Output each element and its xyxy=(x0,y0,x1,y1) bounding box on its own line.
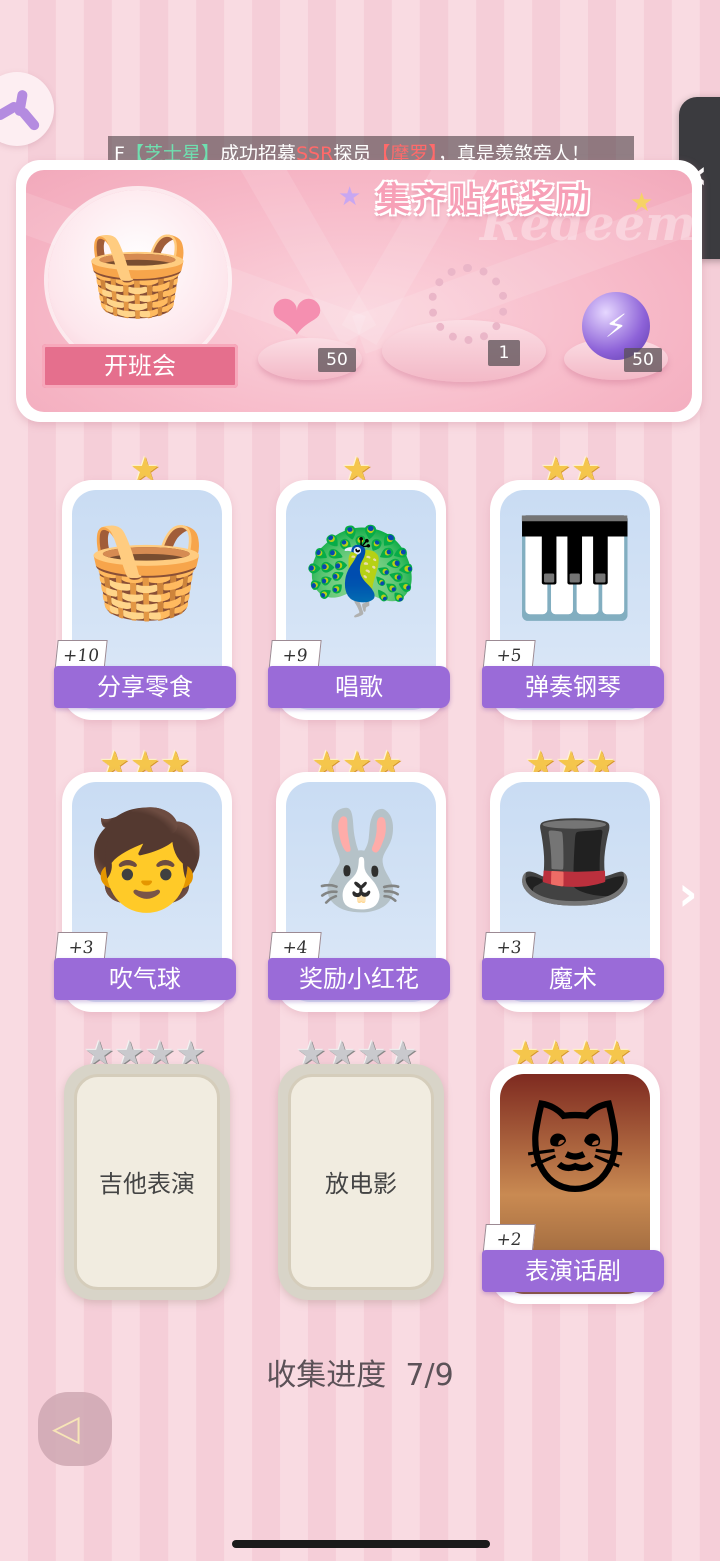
reward-count-heart: 50 xyxy=(318,348,356,372)
flower-petal-icon xyxy=(16,105,42,133)
card-label: 放电影 xyxy=(325,1170,397,1198)
home-indicator xyxy=(232,1540,490,1548)
bunny-red-flower-icon: 🐰 xyxy=(301,804,421,916)
yellow-star-icon: ★ xyxy=(630,188,654,218)
card-label: 魔术 xyxy=(482,958,664,1000)
progress-label: 收集进度 xyxy=(266,1358,387,1393)
basket-label: 开班会 xyxy=(42,344,238,388)
piano-boy-icon: 🎹 xyxy=(515,512,635,624)
singing-peacock-icon: 🦚 xyxy=(301,512,421,624)
sticker-card-drama[interactable]: 🐱 +2 表演话剧 xyxy=(482,1064,664,1304)
back-button[interactable]: ◁ xyxy=(38,1392,112,1466)
progress-value: 7/9 xyxy=(405,1358,454,1393)
locked-card-movie[interactable]: 放电影 xyxy=(278,1064,444,1300)
sticker-card-share-snacks[interactable]: 🧺 +10 分享零食 xyxy=(54,480,236,720)
bubble-boy-icon: 🧒 xyxy=(87,804,207,916)
card-label: 奖励小红花 xyxy=(268,958,450,1000)
pink-heart-gem-icon: ❤ xyxy=(270,282,324,356)
sticker-card-red-flower[interactable]: 🐰 +4 奖励小红花 xyxy=(268,772,450,1012)
chevron-right-icon[interactable]: › xyxy=(678,866,698,922)
crystal-bracelet-icon xyxy=(428,264,508,344)
magician-girl-icon: 🎩 xyxy=(515,804,635,916)
stage-cat-girl-icon: 🐱 xyxy=(524,1096,626,1208)
card-label: 表演话剧 xyxy=(482,1250,664,1292)
back-arrow-icon: ◁ xyxy=(52,1408,80,1449)
menu-flower-button[interactable] xyxy=(0,72,54,146)
collection-progress: 收集进度 7/9 xyxy=(0,1350,720,1394)
reward-count-orb: 50 xyxy=(624,348,662,372)
card-label: 分享零食 xyxy=(54,666,236,708)
sticker-card-piano[interactable]: 🎹 +5 弹奏钢琴 xyxy=(482,480,664,720)
card-label: 弹奏钢琴 xyxy=(482,666,664,708)
card-label: 唱歌 xyxy=(268,666,450,708)
purple-star-icon: ★ xyxy=(338,182,362,212)
sticker-card-singing[interactable]: 🦚 +9 唱歌 xyxy=(268,480,450,720)
reward-count-bracelet: 1 xyxy=(488,340,520,366)
locked-card-guitar[interactable]: 吉他表演 xyxy=(64,1064,230,1300)
snack-basket-icon: 🧺 xyxy=(87,512,207,624)
snack-basket-icon: 🧺 xyxy=(85,223,191,321)
snack-basket-reward[interactable]: 🧺 xyxy=(48,190,228,370)
sticker-card-balloon[interactable]: 🧒 +3 吹气球 xyxy=(54,772,236,1012)
sticker-card-magic[interactable]: 🎩 +3 魔术 xyxy=(482,772,664,1012)
card-label: 吉他表演 xyxy=(99,1170,195,1198)
banner-title: 集齐贴纸奖励 xyxy=(376,180,592,220)
card-label: 吹气球 xyxy=(54,958,236,1000)
